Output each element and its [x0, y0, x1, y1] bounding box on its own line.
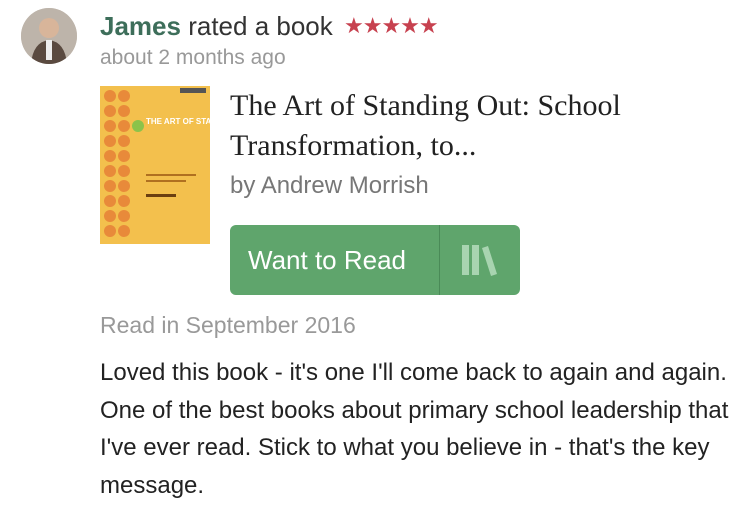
- read-date: Read in September 2016: [100, 312, 356, 338]
- book-author[interactable]: by Andrew Morrish: [230, 172, 429, 200]
- timestamp[interactable]: about 2 months ago: [100, 46, 286, 70]
- want-to-read-label[interactable]: Want to Read: [230, 225, 439, 295]
- activity-action: rated a book: [188, 11, 333, 41]
- bookshelf-icon[interactable]: [440, 225, 520, 295]
- cover-title-line: THE ART OF STANDING OUT: [146, 117, 210, 126]
- avatar-photo: [21, 8, 77, 64]
- book-title[interactable]: The Art of Standing Out: School Transfor…: [230, 86, 730, 166]
- want-to-read-button[interactable]: Want to Read: [230, 225, 520, 295]
- avatar[interactable]: [21, 8, 77, 64]
- book-cover-image: THE ART OF STANDING OUT: [100, 86, 256, 244]
- book-cover[interactable]: THE ART OF STANDING OUT: [100, 86, 256, 244]
- activity-header: James rated a book ★★★★★: [100, 10, 439, 44]
- user-name-link[interactable]: James: [100, 11, 181, 41]
- review-text: Loved this book - it's one I'll come bac…: [100, 359, 729, 499]
- star-rating: ★★★★★: [344, 13, 439, 38]
